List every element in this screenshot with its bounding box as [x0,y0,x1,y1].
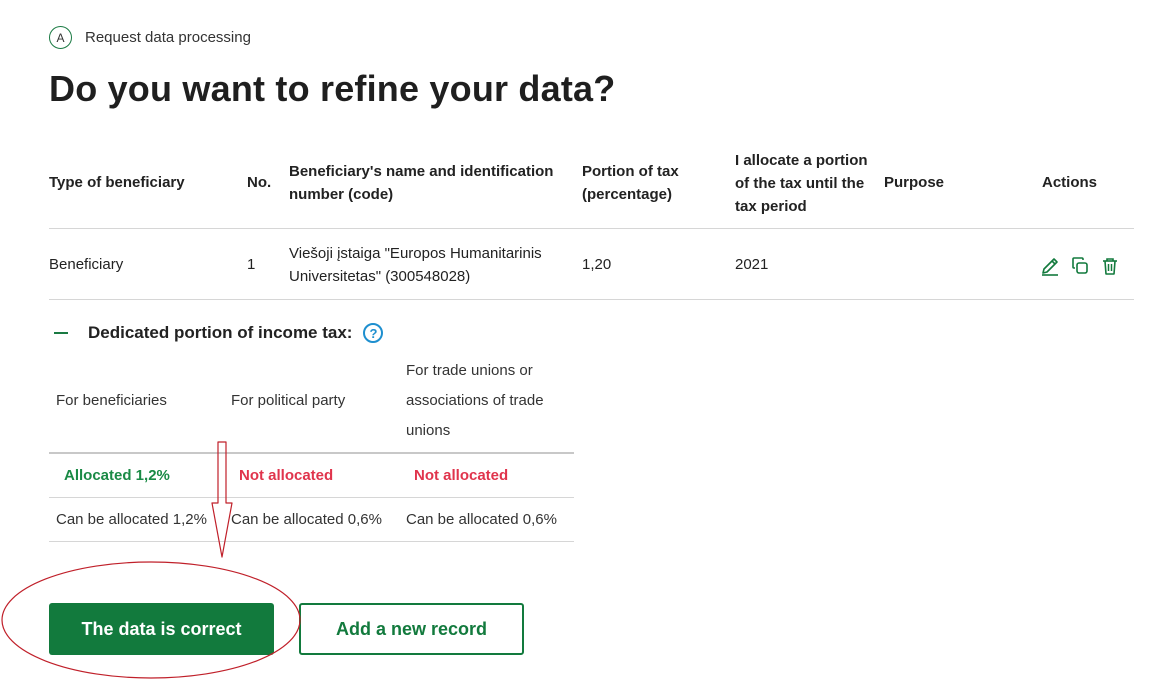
table-header: Type of beneficiary No. Beneficiary's na… [49,146,1134,229]
header-name: Beneficiary's name and identification nu… [289,163,554,203]
dedicated-header-row: For beneficiaries For political party Fo… [49,356,574,454]
available-trade-unions: Can be allocated 0,6% [406,511,557,528]
data-correct-button[interactable]: The data is correct [49,603,274,655]
available-row: Can be allocated 1,2% Can be allocated 0… [49,498,574,542]
cell-no: 1 [247,256,256,273]
header-until: I allocate a portion of the tax until th… [735,152,868,215]
question-icon[interactable]: ? [363,323,384,343]
status-trade-unions: Not allocated [414,467,509,484]
header-actions: Actions [1042,174,1098,191]
header-no: No. [247,174,272,191]
status-political-party: Not allocated [239,467,334,484]
collapse-minus-icon[interactable] [54,332,68,334]
header-purpose: Purpose [884,174,945,191]
cell-until: 2021 [735,256,769,273]
delete-icon[interactable] [1099,255,1121,277]
add-new-record-button[interactable]: Add a new record [299,603,524,655]
header-for-political-party: For political party [231,392,346,409]
step-badge: A [49,26,72,49]
header-for-trade-unions: For trade unions or associations of trad… [406,362,544,439]
edit-icon[interactable] [1039,255,1061,277]
header-type: Type of beneficiary [49,174,185,191]
header-portion: Portion of tax (percentage) [582,163,679,203]
copy-icon[interactable] [1069,255,1091,277]
dedicated-section-header: Dedicated portion of income tax: ? [54,323,384,343]
status-beneficiaries: Allocated 1,2% [64,467,170,484]
available-beneficiaries: Can be allocated 1,2% [56,511,207,528]
row-actions [1039,255,1121,277]
table-row: Beneficiary 1 Viešoji įstaiga "Europos H… [49,229,1134,300]
cell-portion: 1,20 [582,256,612,273]
dedicated-table: For beneficiaries For political party Fo… [49,356,574,542]
status-row: Allocated 1,2% Not allocated Not allocat… [49,454,574,498]
header-for-beneficiaries: For beneficiaries [56,392,167,409]
cell-type: Beneficiary [49,256,124,273]
step-indicator: A Request data processing [49,26,251,49]
step-label: Request data processing [85,29,251,46]
beneficiary-table: Type of beneficiary No. Beneficiary's na… [49,146,1134,300]
cell-name: Viešoji įstaiga "Europos Humanitarinis U… [289,245,542,285]
available-political-party: Can be allocated 0,6% [231,511,382,528]
page-title: Do you want to refine your data? [49,68,616,109]
dedicated-title: Dedicated portion of income tax: [88,323,353,342]
